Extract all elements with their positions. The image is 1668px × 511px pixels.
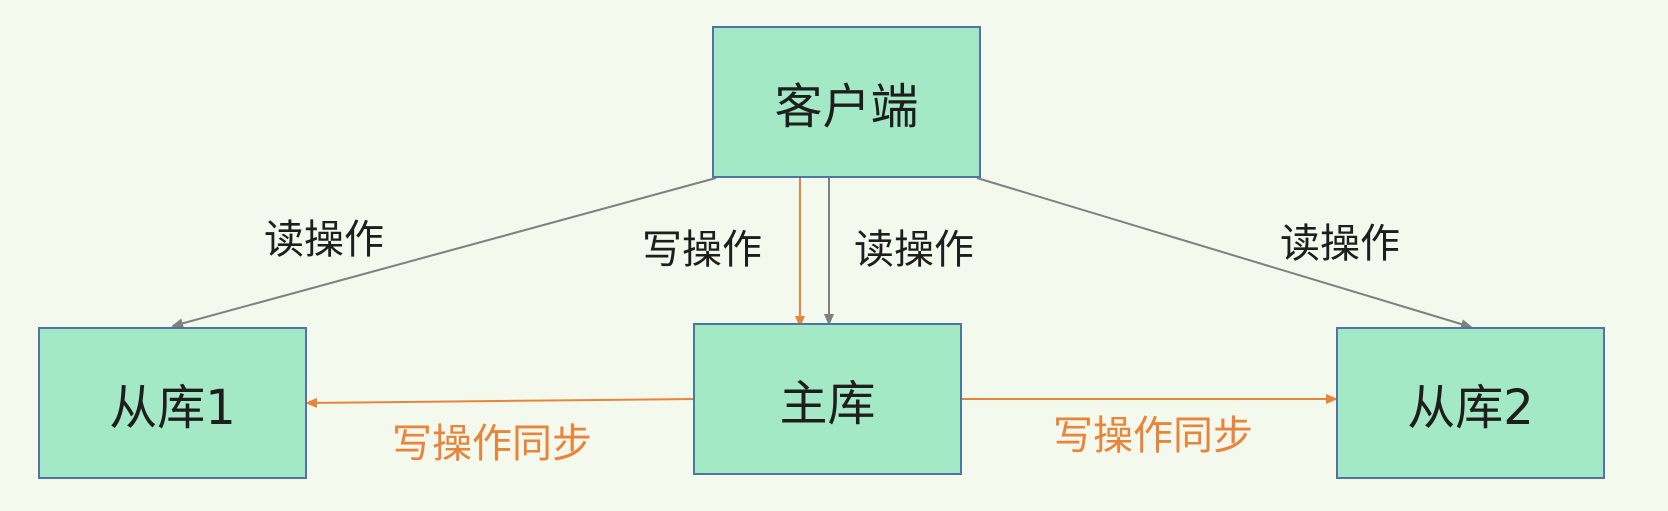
read-label-right: 读操作 — [1280, 221, 1400, 267]
sync-label-left: 写操作同步 — [392, 421, 592, 467]
replica2-box: 从库2 — [1336, 327, 1605, 479]
sync-label-right: 写操作同步 — [1053, 413, 1253, 459]
sync-arrow-to-replica1 — [305, 397, 694, 408]
read-label-center: 读操作 — [854, 227, 974, 273]
read-arrow-to-replica1 — [171, 177, 717, 329]
client-box: 客户端 — [712, 26, 981, 178]
client-label: 客户端 — [774, 79, 919, 135]
replica1-label: 从库1 — [109, 380, 236, 436]
replica2-label: 从库2 — [1407, 380, 1534, 436]
write-label-center: 写操作 — [642, 227, 762, 273]
replica1-box: 从库1 — [38, 327, 307, 479]
master-box: 主库 — [693, 323, 962, 475]
master-label: 主库 — [779, 376, 876, 432]
read-label-left: 读操作 — [264, 217, 384, 263]
